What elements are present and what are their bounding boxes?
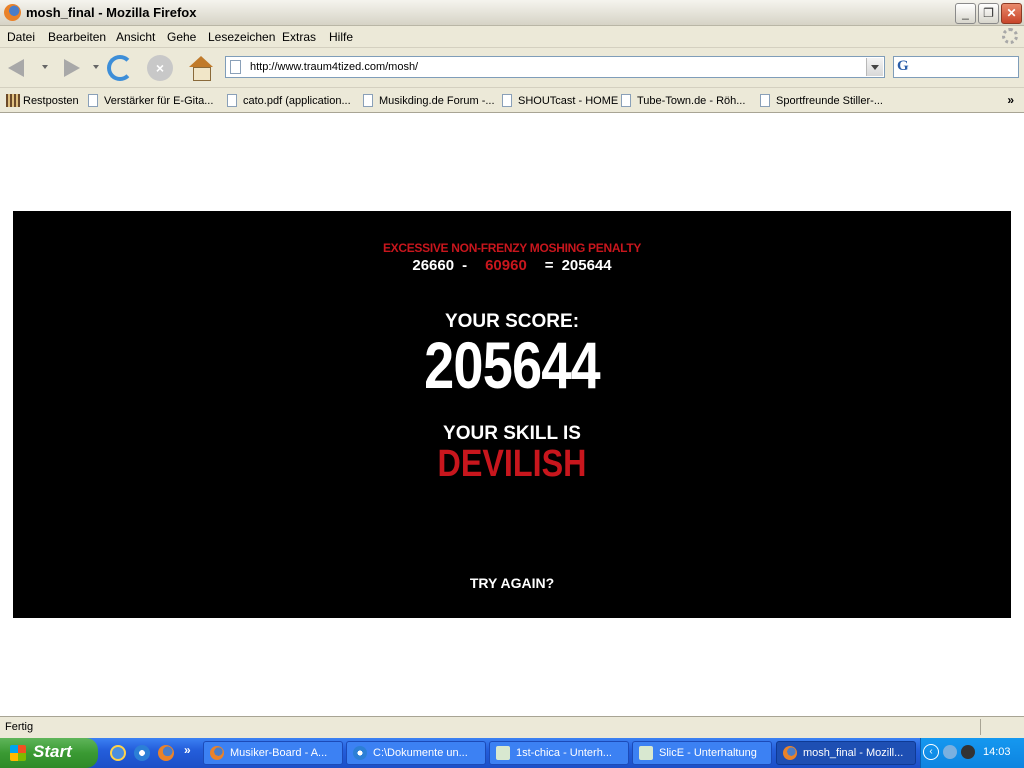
internet-explorer-icon[interactable] — [110, 745, 126, 761]
task-label: SlicE - Unterhaltung — [659, 747, 757, 759]
show-hidden-icons-chevron[interactable]: ‹ — [923, 744, 939, 760]
bookmark-sportfreunde[interactable]: Sportfreunde Stiller-... — [760, 94, 883, 107]
task-label: 1st-chica - Unterh... — [516, 747, 612, 759]
menu-gehe[interactable]: Gehe — [167, 30, 196, 44]
bookmark-label: Verstärker für E-Gita... — [104, 95, 214, 107]
menu-datei[interactable]: Datei — [7, 30, 35, 44]
quicklaunch-overflow-chevron[interactable]: » — [184, 743, 191, 757]
task-label: C:\Dokumente un... — [373, 747, 468, 759]
game-result-panel: EXCESSIVE NON-FRENZY MOSHING PENALTY 266… — [13, 211, 1011, 618]
media-player-icon[interactable] — [134, 745, 150, 761]
skill-label: YOUR SKILL IS — [443, 423, 581, 444]
bookmark-restposten[interactable]: Restposten — [6, 94, 79, 107]
page-content: EXCESSIVE NON-FRENZY MOSHING PENALTY 266… — [0, 113, 1024, 716]
base-score: 26660 — [412, 257, 455, 274]
menu-lesezeichen[interactable]: Lesezeichen — [208, 30, 275, 44]
task-label: mosh_final - Mozill... — [803, 747, 904, 759]
title-bar: mosh_final - Mozilla Firefox _ ❐ ✕ — [0, 0, 1024, 26]
bookmarks-overflow-chevron[interactable]: » — [1007, 93, 1014, 107]
status-bar: Fertig — [0, 716, 1024, 738]
taskbar-button-1st-chica[interactable]: 1st-chica - Unterh... — [489, 741, 629, 765]
page-icon — [760, 94, 770, 107]
bookmark-label: Sportfreunde Stiller-... — [776, 95, 883, 107]
bookmark-label: SHOUTcast - HOME — [518, 95, 619, 107]
page-icon — [88, 94, 98, 107]
stop-icon[interactable]: × — [147, 55, 173, 81]
taskbar-button-slice[interactable]: SlicE - Unterhaltung — [632, 741, 772, 765]
back-icon[interactable] — [6, 55, 32, 81]
equals-sign: = — [544, 257, 554, 274]
start-label: Start — [33, 742, 72, 761]
throbber-icon — [1002, 28, 1018, 44]
score-calculation: 26660-60960 = 205644 — [13, 257, 1011, 274]
back-history-dropdown[interactable] — [42, 65, 48, 69]
close-button[interactable]: ✕ — [1001, 3, 1022, 24]
bookmark-musikding[interactable]: Musikding.de Forum -... — [363, 94, 495, 107]
taskbar-button-dokumente[interactable]: C:\Dokumente un... — [346, 741, 486, 765]
folder-icon — [6, 94, 20, 107]
navigation-toolbar: × http://www.traum4tized.com/mosh/ G — [0, 48, 1024, 88]
url-history-dropdown[interactable] — [866, 58, 883, 76]
penalty-label: EXCESSIVE NON-FRENZY MOSHING PENALTY — [382, 241, 642, 255]
menu-bearbeiten[interactable]: Bearbeiten — [48, 30, 106, 44]
reload-icon[interactable] — [107, 55, 133, 81]
system-tray: ‹ 14:03 — [920, 738, 1024, 768]
menu-extras[interactable]: Extras — [282, 30, 316, 44]
bookmark-tube-town[interactable]: Tube-Town.de - Röh... — [621, 94, 745, 107]
page-icon — [502, 94, 512, 107]
bookmark-verstaerker[interactable]: Verstärker für E-Gita... — [88, 94, 213, 107]
slice-icon — [496, 746, 510, 760]
page-icon — [230, 60, 241, 74]
status-text: Fertig — [5, 721, 34, 733]
firefox-icon — [4, 4, 21, 21]
result-value: 205644 — [561, 257, 612, 274]
windows-taskbar: Start » Musiker-Board - A... C:\Dokument… — [0, 738, 1024, 768]
start-button[interactable]: Start — [0, 738, 98, 768]
try-again-button[interactable]: TRY AGAIN? — [13, 575, 1011, 591]
home-icon[interactable] — [188, 55, 214, 81]
page-icon — [621, 94, 631, 107]
window-title: mosh_final - Mozilla Firefox — [26, 5, 197, 20]
minimize-button[interactable]: _ — [955, 3, 976, 24]
firefox-icon — [783, 746, 797, 760]
url-bar[interactable]: http://www.traum4tized.com/mosh/ — [225, 56, 885, 78]
menu-bar: Datei Bearbeiten Ansicht Gehe Lesezeiche… — [0, 26, 1024, 48]
penalty-value: 60960 — [485, 257, 527, 274]
forward-icon[interactable] — [58, 55, 84, 81]
bookmark-label: cato.pdf (application... — [243, 95, 351, 107]
search-box[interactable]: G — [893, 56, 1019, 78]
menu-hilfe[interactable]: Hilfe — [329, 30, 353, 44]
bookmark-label: Musikding.de Forum -... — [379, 95, 495, 107]
steam-icon[interactable] — [961, 745, 975, 759]
firefox-icon — [210, 746, 224, 760]
minus-sign: - — [462, 257, 468, 274]
final-score: 205644 — [424, 328, 601, 402]
maximize-button[interactable]: ❐ — [978, 3, 999, 24]
taskbar-button-mosh-final[interactable]: mosh_final - Mozill... — [776, 741, 916, 765]
skill-rating: DEVILISH — [437, 443, 587, 485]
menu-ansicht[interactable]: Ansicht — [116, 30, 155, 44]
bookmark-shoutcast[interactable]: SHOUTcast - HOME — [502, 94, 618, 107]
bookmarks-toolbar: Restposten Verstärker für E-Gita... cato… — [0, 88, 1024, 113]
firefox-quicklaunch-icon[interactable] — [158, 745, 174, 761]
google-search-icon[interactable]: G — [897, 58, 909, 75]
clock[interactable]: 14:03 — [983, 746, 1011, 758]
explorer-icon — [353, 746, 367, 760]
windows-logo-icon — [10, 745, 26, 761]
forward-history-dropdown[interactable] — [93, 65, 99, 69]
bookmark-label: Restposten — [23, 95, 79, 107]
status-divider — [980, 719, 981, 735]
slice-icon — [639, 746, 653, 760]
taskbar-button-musiker-board[interactable]: Musiker-Board - A... — [203, 741, 343, 765]
page-icon — [363, 94, 373, 107]
network-icon[interactable] — [943, 745, 957, 759]
url-text[interactable]: http://www.traum4tized.com/mosh/ — [250, 61, 418, 73]
bookmark-label: Tube-Town.de - Röh... — [637, 95, 746, 107]
bookmark-cato-pdf[interactable]: cato.pdf (application... — [227, 94, 351, 107]
page-icon — [227, 94, 237, 107]
task-label: Musiker-Board - A... — [230, 747, 328, 759]
